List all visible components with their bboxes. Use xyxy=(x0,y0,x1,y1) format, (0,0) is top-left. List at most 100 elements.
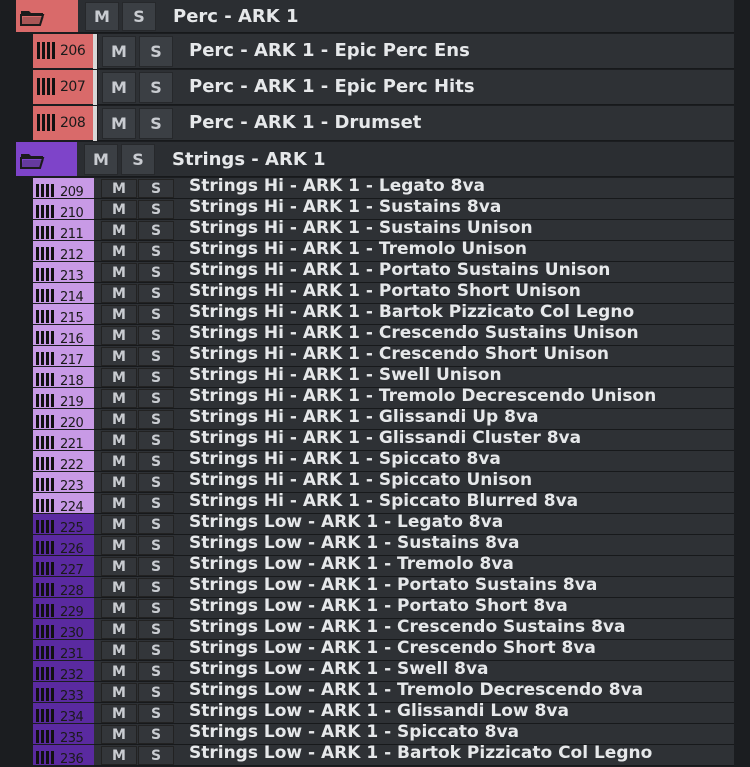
mute-button[interactable]: M xyxy=(101,620,137,639)
mute-button[interactable]: M xyxy=(102,72,136,103)
mute-button[interactable]: M xyxy=(101,662,137,681)
track-name[interactable]: Strings Hi - ARK 1 - Spiccato 8va xyxy=(189,449,501,469)
midi-track[interactable]: 230 M S Strings Low - ARK 1 - Crescendo Sus… xyxy=(0,617,750,641)
midi-track[interactable]: 215 M S Strings Hi - ARK 1 - Bartok Pizzica… xyxy=(0,302,750,326)
mute-button[interactable]: M xyxy=(101,200,137,219)
solo-button[interactable]: S xyxy=(138,242,174,261)
solo-button[interactable]: S xyxy=(122,2,156,31)
solo-button[interactable]: S xyxy=(138,221,174,240)
track-name[interactable]: Strings - ARK 1 xyxy=(172,149,326,170)
midi-track[interactable]: 209 M S Strings Hi - ARK 1 - Legato 8va xyxy=(0,176,750,200)
mute-button[interactable]: M xyxy=(101,704,137,723)
track-name[interactable]: Strings Low - ARK 1 - Tremolo Decrescend… xyxy=(189,680,643,700)
mute-button[interactable]: M xyxy=(101,179,137,198)
midi-track[interactable]: 216 M S Strings Hi - ARK 1 - Crescendo Sust… xyxy=(0,323,750,347)
solo-button[interactable]: S xyxy=(138,578,174,597)
solo-button[interactable]: S xyxy=(138,284,174,303)
mute-button[interactable]: M xyxy=(101,431,137,450)
midi-track[interactable]: 233 M S Strings Low - ARK 1 - Tremolo Decre… xyxy=(0,680,750,704)
mute-button[interactable]: M xyxy=(101,326,137,345)
solo-button[interactable]: S xyxy=(138,473,174,492)
midi-track[interactable]: 232 M S Strings Low - ARK 1 - Swell 8va xyxy=(0,659,750,683)
track-name[interactable]: Strings Hi - ARK 1 - Spiccato Blurred 8v… xyxy=(189,491,578,511)
midi-track[interactable]: 218 M S Strings Hi - ARK 1 - Swell Unison xyxy=(0,365,750,389)
folder-icon[interactable] xyxy=(20,151,46,174)
midi-track[interactable]: 222 M S Strings Hi - ARK 1 - Spiccato 8va xyxy=(0,449,750,473)
solo-button[interactable]: S xyxy=(138,557,174,576)
solo-button[interactable]: S xyxy=(138,305,174,324)
track-name[interactable]: Strings Hi - ARK 1 - Portato Short Uniso… xyxy=(189,281,581,301)
solo-button[interactable]: S xyxy=(138,494,174,513)
midi-track[interactable]: 213 M S Strings Hi - ARK 1 - Portato Sustai… xyxy=(0,260,750,284)
solo-button[interactable]: S xyxy=(138,725,174,744)
midi-track[interactable]: 214 M S Strings Hi - ARK 1 - Portato Short … xyxy=(0,281,750,305)
solo-button[interactable]: S xyxy=(138,536,174,555)
track-name[interactable]: Strings Hi - ARK 1 - Crescendo Sustains … xyxy=(189,323,639,343)
track-name[interactable]: Strings Hi - ARK 1 - Crescendo Short Uni… xyxy=(189,344,609,364)
mute-button[interactable]: M xyxy=(101,305,137,324)
solo-button[interactable]: S xyxy=(138,326,174,345)
folder-icon[interactable] xyxy=(20,8,46,31)
track-name[interactable]: Perc - ARK 1 - Epic Perc Ens xyxy=(189,40,470,61)
midi-track[interactable]: 210 M S Strings Hi - ARK 1 - Sustains 8va xyxy=(0,197,750,221)
midi-track[interactable]: 224 M S Strings Hi - ARK 1 - Spiccato Blurr… xyxy=(0,491,750,515)
track-name[interactable]: Strings Low - ARK 1 - Bartok Pizzicato C… xyxy=(189,743,652,763)
solo-button[interactable]: S xyxy=(138,263,174,282)
mute-button[interactable]: M xyxy=(101,683,137,702)
midi-track[interactable]: 225 M S Strings Low - ARK 1 - Legato 8va xyxy=(0,512,750,536)
mute-button[interactable]: M xyxy=(101,536,137,555)
mute-button[interactable]: M xyxy=(101,347,137,366)
mute-button[interactable]: M xyxy=(85,2,119,31)
track-name[interactable]: Strings Hi - ARK 1 - Bartok Pizzicato Co… xyxy=(189,302,634,322)
mute-button[interactable]: M xyxy=(102,108,136,139)
track-name[interactable]: Strings Hi - ARK 1 - Glissandi Cluster 8… xyxy=(189,428,581,448)
track-name[interactable]: Strings Low - ARK 1 - Crescendo Short 8v… xyxy=(189,638,596,658)
mute-button[interactable]: M xyxy=(102,36,136,67)
solo-button[interactable]: S xyxy=(138,599,174,618)
solo-button[interactable]: S xyxy=(138,746,174,765)
track-name[interactable]: Strings Hi - ARK 1 - Tremolo Unison xyxy=(189,239,527,259)
mute-button[interactable]: M xyxy=(101,494,137,513)
track-name[interactable]: Strings Low - ARK 1 - Glissandi Low 8va xyxy=(189,701,569,721)
track-name[interactable]: Strings Low - ARK 1 - Spiccato 8va xyxy=(189,722,519,742)
mute-button[interactable]: M xyxy=(101,410,137,429)
track-name[interactable]: Strings Hi - ARK 1 - Tremolo Decrescendo… xyxy=(189,386,656,406)
midi-track[interactable]: 219 M S Strings Hi - ARK 1 - Tremolo Decres… xyxy=(0,386,750,410)
mute-button[interactable]: M xyxy=(101,599,137,618)
solo-button[interactable]: S xyxy=(138,620,174,639)
track-name[interactable]: Perc - ARK 1 - Drumset xyxy=(189,112,421,133)
midi-track[interactable]: 217 M S Strings Hi - ARK 1 - Crescendo Shor… xyxy=(0,344,750,368)
midi-track[interactable]: 221 M S Strings Hi - ARK 1 - Glissandi Clus… xyxy=(0,428,750,452)
solo-button[interactable]: S xyxy=(121,144,155,175)
midi-track[interactable]: 206 M S Perc - ARK 1 - Epic Perc Ens xyxy=(0,34,750,69)
mute-button[interactable]: M xyxy=(101,746,137,765)
solo-button[interactable]: S xyxy=(138,179,174,198)
midi-track[interactable]: 207 M S Perc - ARK 1 - Epic Perc Hits xyxy=(0,70,750,105)
solo-button[interactable]: S xyxy=(138,389,174,408)
solo-button[interactable]: S xyxy=(138,431,174,450)
track-name[interactable]: Strings Hi - ARK 1 - Glissandi Up 8va xyxy=(189,407,539,427)
track-name[interactable]: Strings Low - ARK 1 - Tremolo 8va xyxy=(189,554,514,574)
midi-track[interactable]: 212 M S Strings Hi - ARK 1 - Tremolo Unison xyxy=(0,239,750,263)
solo-button[interactable]: S xyxy=(138,410,174,429)
solo-button[interactable]: S xyxy=(138,368,174,387)
track-name[interactable]: Strings Low - ARK 1 - Swell 8va xyxy=(189,659,489,679)
midi-track[interactable]: 235 M S Strings Low - ARK 1 - Spiccato 8va xyxy=(0,722,750,746)
solo-button[interactable]: S xyxy=(139,36,173,67)
track-name[interactable]: Strings Hi - ARK 1 - Spiccato Unison xyxy=(189,470,532,490)
mute-button[interactable]: M xyxy=(101,515,137,534)
solo-button[interactable]: S xyxy=(138,452,174,471)
midi-track[interactable]: 234 M S Strings Low - ARK 1 - Glissandi Low… xyxy=(0,701,750,725)
mute-button[interactable]: M xyxy=(101,452,137,471)
midi-track[interactable]: 231 M S Strings Low - ARK 1 - Crescendo Sho… xyxy=(0,638,750,662)
folder-track[interactable]: M S Perc - ARK 1 xyxy=(0,0,750,33)
track-name[interactable]: Strings Hi - ARK 1 - Sustains 8va xyxy=(189,197,501,217)
solo-button[interactable]: S xyxy=(139,72,173,103)
track-name[interactable]: Strings Hi - ARK 1 - Sustains Unison xyxy=(189,218,533,238)
mute-button[interactable]: M xyxy=(101,725,137,744)
folder-track[interactable]: M S Strings - ARK 1 xyxy=(0,142,750,177)
track-name[interactable]: Perc - ARK 1 xyxy=(173,6,298,27)
mute-button[interactable]: M xyxy=(101,473,137,492)
track-name[interactable]: Strings Low - ARK 1 - Sustains 8va xyxy=(189,533,519,553)
midi-track[interactable]: 208 M S Perc - ARK 1 - Drumset xyxy=(0,106,750,141)
